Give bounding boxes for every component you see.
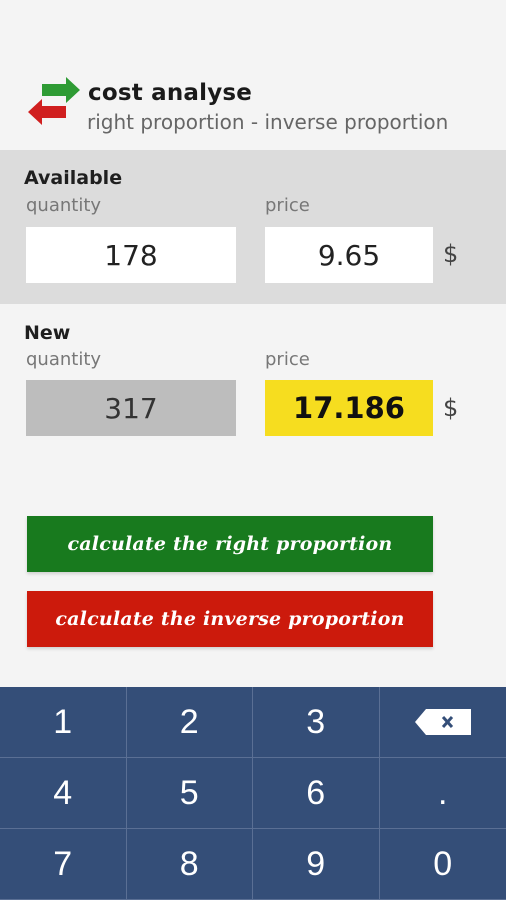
key-0[interactable]: 0 <box>379 829 506 900</box>
key-1[interactable]: 1 <box>0 687 127 758</box>
key-7[interactable]: 7 <box>0 829 127 900</box>
numeric-keypad: 1 2 3 4 5 6 . 7 8 9 0 <box>0 687 506 900</box>
key-3[interactable]: 3 <box>253 687 380 758</box>
available-title: Available <box>24 167 123 189</box>
key-2[interactable]: 2 <box>126 687 253 758</box>
calculate-inverse-proportion-button[interactable]: calculate the inverse proportion <box>27 591 433 647</box>
available-section: Available quantity price 178 9.65 $ <box>0 150 506 304</box>
key-decimal[interactable]: . <box>379 758 506 829</box>
backspace-key[interactable] <box>379 687 506 758</box>
backspace-icon <box>414 709 471 735</box>
key-8[interactable]: 8 <box>126 829 253 900</box>
swap-arrows-icon <box>28 77 80 125</box>
key-4[interactable]: 4 <box>0 758 127 829</box>
new-price-label: price <box>265 349 310 370</box>
available-currency: $ <box>443 240 459 268</box>
available-quantity-field[interactable]: 178 <box>26 227 236 283</box>
new-quantity-label: quantity <box>26 349 102 370</box>
available-price-label: price <box>265 195 310 216</box>
app-header: cost analyse right proportion - inverse … <box>0 70 506 140</box>
new-price-result: 17.186 <box>265 380 433 436</box>
calculate-right-proportion-button[interactable]: calculate the right proportion <box>27 516 433 572</box>
new-quantity-field[interactable]: 317 <box>26 380 236 436</box>
new-currency: $ <box>443 394 459 422</box>
available-quantity-label: quantity <box>26 195 102 216</box>
new-title: New <box>24 322 71 344</box>
key-9[interactable]: 9 <box>253 829 380 900</box>
key-5[interactable]: 5 <box>126 758 253 829</box>
app-subtitle: right proportion - inverse proportion <box>87 110 449 134</box>
key-6[interactable]: 6 <box>253 758 380 829</box>
app-title: cost analyse <box>88 80 253 106</box>
available-price-field[interactable]: 9.65 <box>265 227 433 283</box>
new-section: New quantity price 317 17.186 $ <box>0 304 506 464</box>
